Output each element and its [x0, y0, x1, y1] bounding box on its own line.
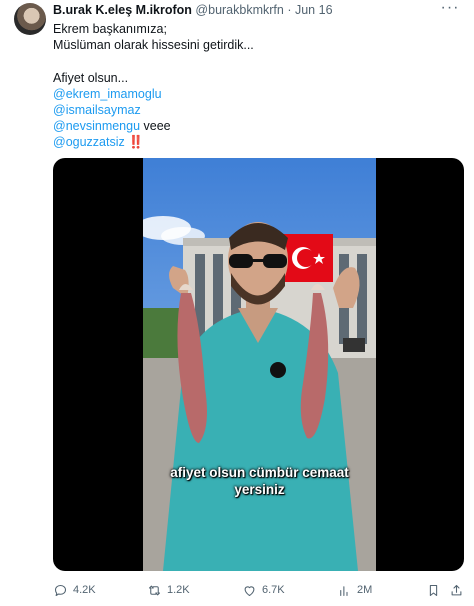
- video-caption-line: afiyet olsun cümbür cemaat: [170, 465, 349, 480]
- like-icon: [244, 585, 255, 596]
- mention-link[interactable]: @nevsinmengu: [53, 119, 140, 133]
- views-button[interactable]: 2M: [337, 580, 372, 600]
- author-handle[interactable]: @burakbkmkrfn: [195, 3, 283, 17]
- tweet: B.urak K.eleş M.ikrofon @burakbkmkrfn · …: [0, 0, 474, 606]
- video-player[interactable]: afiyet olsun cümbür cemaat yersiniz: [53, 158, 464, 571]
- tweet-date[interactable]: Jun 16: [295, 3, 333, 17]
- reply-count: 4.2K: [73, 584, 96, 596]
- reply-button[interactable]: 4.2K: [53, 580, 96, 600]
- video-scene: [143, 158, 376, 571]
- tweet-text: Ekrem başkanımıza; Müslüman olarak hisse…: [53, 21, 254, 151]
- mention-link[interactable]: @ekrem_imamoglu: [53, 87, 162, 101]
- tweet-text-line: Müslüman olarak hissesini getirdik...: [53, 38, 254, 53]
- reply-icon: [54, 584, 67, 596]
- mention-suffix: veee: [140, 119, 171, 134]
- bookmark-button[interactable]: [426, 580, 441, 600]
- bookmark-icon: [429, 584, 438, 596]
- views-count: 2M: [357, 584, 373, 596]
- share-button[interactable]: [449, 580, 464, 600]
- tweet-text-line: Ekrem başkanımıza;: [53, 22, 167, 36]
- video-caption-line: yersiniz: [234, 482, 285, 497]
- like-button[interactable]: 6.7K: [242, 580, 285, 600]
- separator-dot: ·: [287, 3, 292, 17]
- retweet-icon: [148, 585, 161, 595]
- author-name[interactable]: B.urak K.eleş M.ikrofon: [53, 3, 192, 17]
- action-bar: 4.2K 1.2K 6.7K 2M: [53, 580, 464, 600]
- share-icon: [451, 584, 462, 595]
- retweet-count: 1.2K: [167, 584, 190, 596]
- tweet-text-line: Afiyet olsun...: [53, 70, 129, 85]
- mention-link[interactable]: @oguzzatsiz: [53, 135, 125, 149]
- avatar[interactable]: [14, 3, 46, 35]
- views-icon: [340, 585, 348, 596]
- like-count: 6.7K: [262, 584, 285, 596]
- tweet-header: B.urak K.eleş M.ikrofon @burakbkmkrfn · …: [53, 3, 333, 17]
- tweet-text-line: [53, 53, 254, 69]
- double-exclamation-emoji: ‼️: [128, 135, 144, 150]
- more-icon[interactable]: ···: [440, 0, 460, 18]
- video-frame[interactable]: afiyet olsun cümbür cemaat yersiniz: [143, 158, 376, 571]
- retweet-button[interactable]: 1.2K: [147, 580, 190, 600]
- mention-link[interactable]: @ismailsaymaz: [53, 103, 141, 117]
- video-caption: afiyet olsun cümbür cemaat yersiniz: [143, 464, 376, 498]
